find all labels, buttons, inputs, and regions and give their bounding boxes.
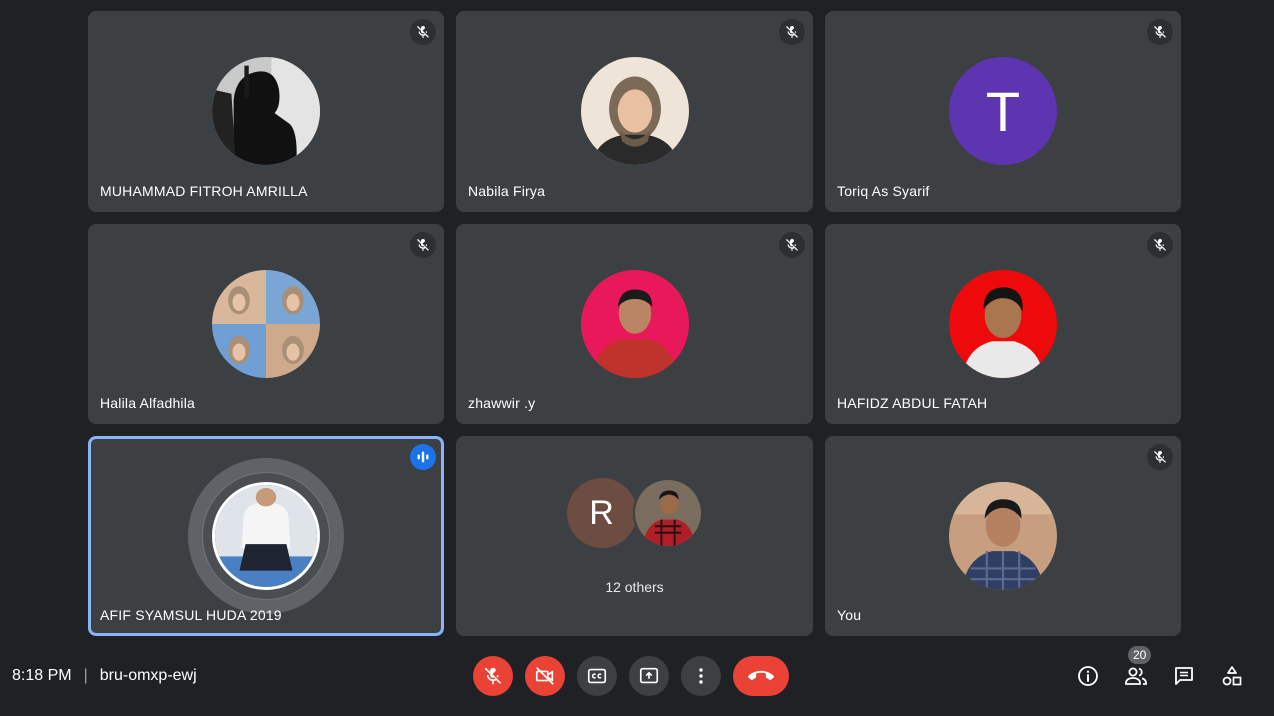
others-tile[interactable]: R 12 others [456, 436, 813, 636]
leave-call-button[interactable] [733, 656, 789, 696]
mic-off-icon [482, 665, 504, 687]
participant-initial-avatar: R [566, 478, 637, 548]
meeting-details-button[interactable] [1068, 656, 1108, 696]
speaking-indicator-icon [410, 444, 436, 470]
participant-name: Toriq As Syarif [837, 183, 930, 199]
meeting-time: 8:18 PM [12, 667, 72, 684]
participant-tile-self[interactable]: You [825, 436, 1181, 636]
participant-avatar [212, 270, 320, 378]
participant-tile[interactable]: T Toriq As Syarif [825, 11, 1181, 212]
present-screen-button[interactable] [629, 656, 669, 696]
call-end-icon [748, 670, 774, 681]
chat-button[interactable] [1164, 656, 1204, 696]
mic-off-icon [1147, 19, 1173, 45]
present-screen-icon [639, 667, 659, 684]
toggle-camera-button[interactable] [525, 656, 565, 696]
meeting-details: 8:18 PM | bru-omxp-ewj [12, 664, 197, 688]
call-controls [473, 656, 789, 696]
meeting-separator: | [83, 667, 88, 684]
captions-icon [587, 668, 607, 684]
mic-off-icon [779, 19, 805, 45]
participant-avatar [212, 57, 320, 165]
mic-off-icon [1147, 232, 1173, 258]
participant-name: MUHAMMAD FITROH AMRILLA [100, 183, 308, 199]
people-count-badge: 20 [1128, 646, 1152, 664]
participant-name: Nabila Firya [468, 183, 546, 199]
participant-avatar [580, 270, 689, 378]
participant-tile[interactable]: Halila Alfadhila [88, 224, 444, 424]
info-icon [1078, 666, 1098, 686]
participant-avatar [580, 57, 689, 165]
chat-icon [1175, 667, 1193, 685]
participant-avatar [212, 482, 320, 590]
participant-tile-speaking[interactable]: AFIF SYAMSUL HUDA 2019 [88, 436, 444, 636]
participant-tile[interactable]: zhawwir .y [456, 224, 813, 424]
participant-name: Halila Alfadhila [100, 395, 196, 411]
people-icon [1125, 667, 1147, 685]
participant-tile[interactable]: Nabila Firya [456, 11, 813, 212]
activities-button[interactable] [1212, 656, 1252, 696]
participant-avatar [949, 482, 1057, 590]
mic-off-icon [779, 232, 805, 258]
more-options-button[interactable] [681, 656, 721, 696]
mic-off-icon [410, 232, 436, 258]
participant-avatar [632, 478, 703, 548]
mic-off-icon [1147, 444, 1173, 470]
participant-name: zhawwir .y [468, 395, 536, 411]
participant-grid: MUHAMMAD FITROH AMRILLA Nabila Firya T T… [88, 11, 1181, 636]
participant-initial-avatar: T [949, 57, 1057, 165]
toggle-mic-button[interactable] [473, 656, 513, 696]
participant-name: HAFIDZ ABDUL FATAH [837, 395, 988, 411]
more-vert-icon [699, 668, 703, 684]
camera-off-icon [535, 667, 554, 685]
participant-tile[interactable]: MUHAMMAD FITROH AMRILLA [88, 11, 444, 212]
participant-avatar [949, 270, 1057, 378]
mic-off-icon [410, 19, 436, 45]
meeting-code[interactable]: bru-omxp-ewj [100, 667, 197, 685]
activities-shapes-icon [1222, 666, 1242, 686]
others-avatar-group: R [566, 478, 703, 548]
others-count-label: 12 others [605, 579, 664, 595]
captions-button[interactable] [577, 656, 617, 696]
people-button[interactable]: 20 [1116, 646, 1156, 696]
participant-name: You [837, 607, 862, 623]
participant-name: AFIF SYAMSUL HUDA 2019 [100, 607, 282, 623]
participant-tile[interactable]: HAFIDZ ABDUL FATAH [825, 224, 1181, 424]
